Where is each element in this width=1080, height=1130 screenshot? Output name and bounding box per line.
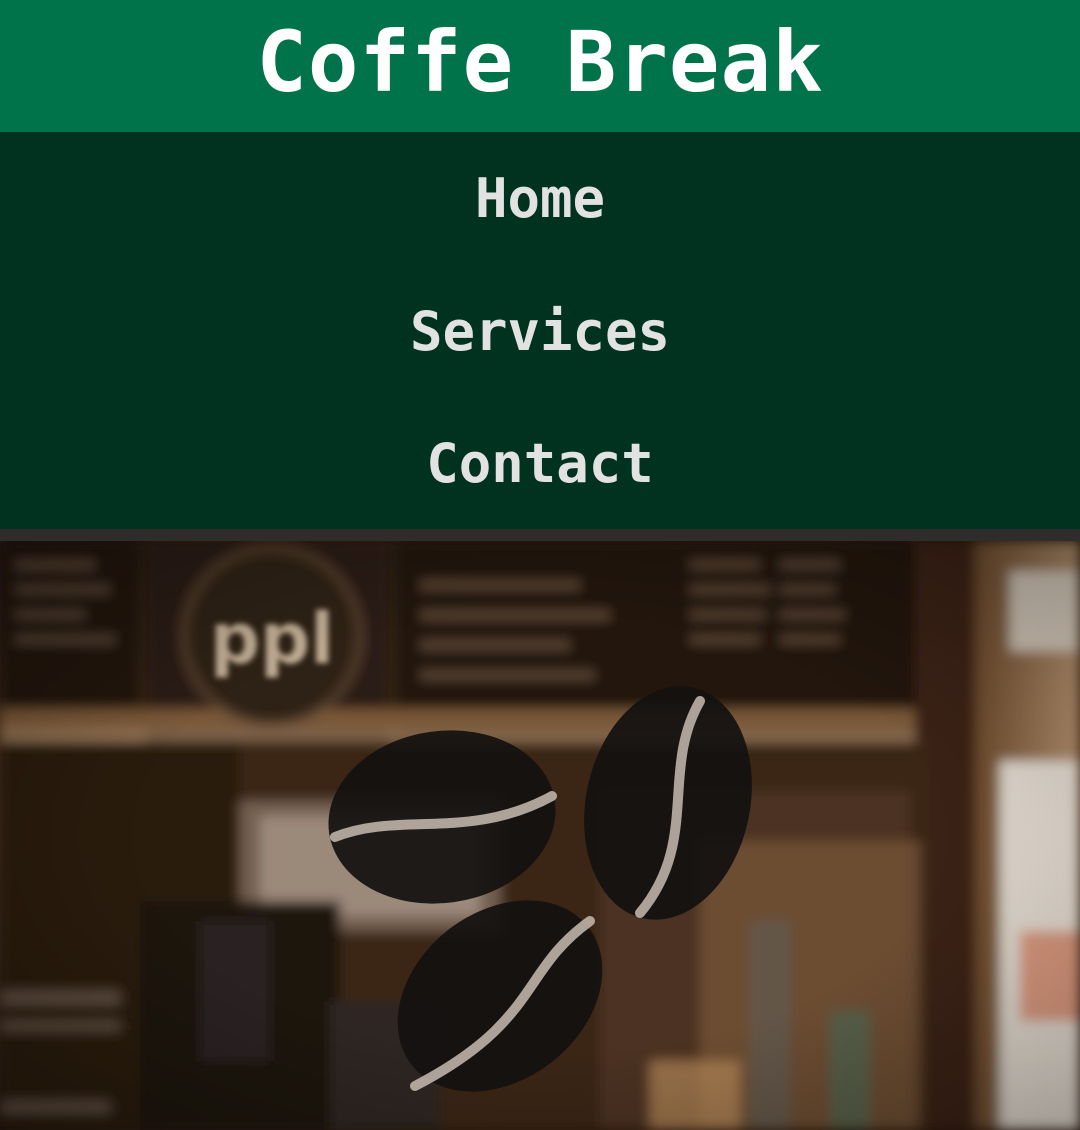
hero-section: ppl: [0, 541, 1080, 1130]
site-header: Coffe Break: [0, 0, 1080, 132]
main-nav: Home Services Contact: [0, 132, 1080, 529]
nav-item-home[interactable]: Home: [0, 158, 1080, 238]
nav-item-contact[interactable]: Contact: [0, 423, 1080, 503]
site-title: Coffe Break: [256, 13, 824, 111]
nav-item-services[interactable]: Services: [0, 291, 1080, 371]
nav-divider: [0, 529, 1080, 541]
coffee-beans-icon: [328, 686, 752, 1092]
